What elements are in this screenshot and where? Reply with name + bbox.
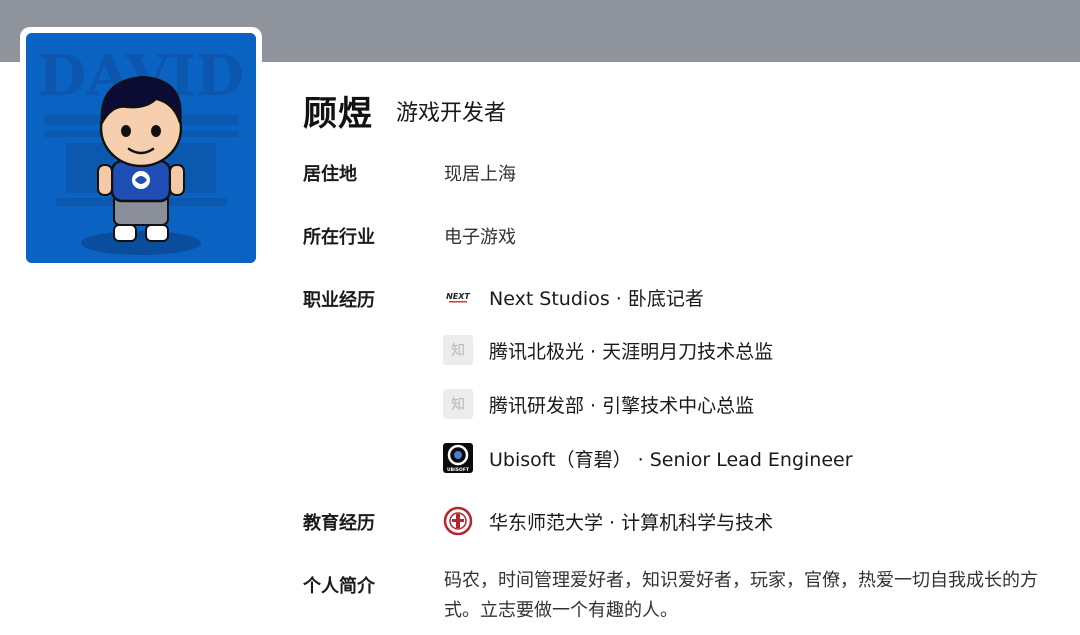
career-item-text: Ubisoft（育碧） · Senior Lead Engineer	[489, 448, 853, 471]
education-item-ecnu[interactable]: 华东师范大学 · 计算机科学与技术	[443, 506, 773, 536]
career-label: 职业经历	[303, 290, 375, 311]
avatar-image[interactable]: DAVID	[26, 33, 256, 263]
profile-headline: 游戏开发者	[396, 101, 507, 126]
zhihu-placeholder-logo: 知	[443, 335, 473, 365]
svg-text:UBISOFT: UBISOFT	[447, 467, 470, 473]
career-item-text: 腾讯北极光 · 天涯明月刀技术总监	[489, 340, 774, 363]
next-studios-logo: NEXT	[443, 282, 473, 312]
zhihu-placeholder-logo: 知	[443, 389, 473, 419]
residence-label: 居住地	[303, 164, 357, 185]
profile-name: 顾煜	[303, 94, 373, 134]
career-item-text: Next Studios · 卧底记者	[489, 287, 704, 310]
career-item-next-studios[interactable]: NEXT Next Studios · 卧底记者	[443, 282, 704, 312]
career-item-text: 腾讯研发部 · 引擎技术中心总监	[489, 394, 755, 417]
ubisoft-logo: UBISOFT	[443, 443, 473, 473]
industry-label: 所在行业	[303, 227, 375, 248]
avatar-frame[interactable]: DAVID	[20, 27, 262, 269]
profile-main: 顾煜 游戏开发者 居住地 现居上海 所在行业 电子游戏 职业经历 NEXT Ne…	[303, 0, 1063, 635]
svg-text:NEXT: NEXT	[446, 292, 470, 301]
bio-label: 个人简介	[303, 576, 375, 597]
ecnu-logo	[443, 506, 473, 536]
bio-text: 码农，时间管理爱好者，知识爱好者，玩家，官僚，热爱一切自我成长的方式。立志要做一…	[444, 570, 1038, 621]
career-item-tencent-northern-lights[interactable]: 知 腾讯北极光 · 天涯明月刀技术总监	[443, 335, 773, 365]
education-label: 教育经历	[303, 513, 375, 534]
industry-value: 电子游戏	[444, 227, 516, 248]
residence-value: 现居上海	[444, 164, 516, 185]
career-item-ubisoft[interactable]: UBISOFT Ubisoft（育碧） · Senior Lead Engine…	[443, 443, 853, 473]
education-item-text: 华东师范大学 · 计算机科学与技术	[489, 511, 774, 534]
career-item-tencent-rd[interactable]: 知 腾讯研发部 · 引擎技术中心总监	[443, 389, 754, 419]
